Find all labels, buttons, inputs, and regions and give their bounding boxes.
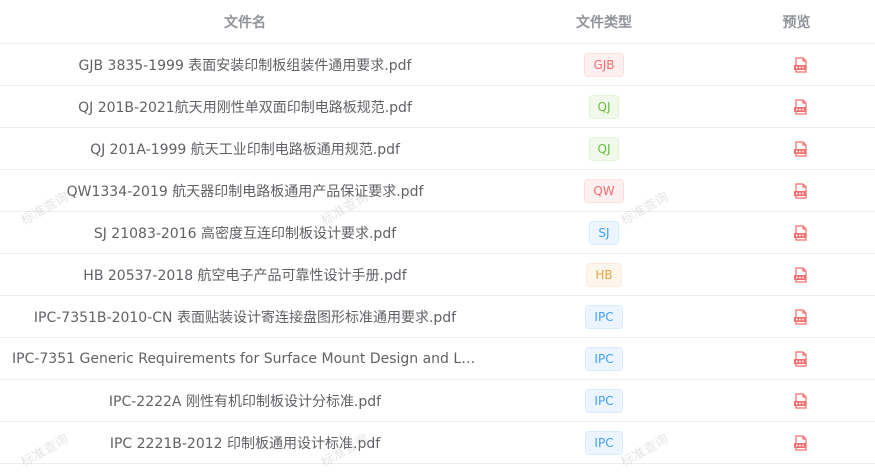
filename-cell: QJ 201A-1999 航天工业印制电路板通用规范.pdf bbox=[0, 128, 490, 169]
column-header-filetype[interactable]: 文件类型 bbox=[490, 0, 718, 43]
filetype-cell: IPC bbox=[490, 422, 718, 463]
filename-cell: QJ 201B-2021航天用刚性单双面印制电路板规范.pdf bbox=[0, 86, 490, 127]
file-name[interactable]: SJ 21083-2016 高密度互连印制板设计要求.pdf bbox=[88, 223, 402, 243]
table-row[interactable]: QW1334-2019 航天器印制电路板通用产品保证要求.pdf QW bbox=[0, 170, 875, 212]
pdf-file-icon[interactable] bbox=[793, 224, 809, 241]
pdf-file-icon[interactable] bbox=[793, 98, 809, 115]
file-name[interactable]: GJB 3835-1999 表面安装印制板组装件通用要求.pdf bbox=[73, 55, 418, 75]
table-body: GJB 3835-1999 表面安装印制板组装件通用要求.pdf GJB QJ 20… bbox=[0, 44, 875, 464]
preview-cell bbox=[718, 338, 875, 379]
filename-cell: HB 20537-2018 航空电子产品可靠性设计手册.pdf bbox=[0, 254, 490, 295]
file-name[interactable]: HB 20537-2018 航空电子产品可靠性设计手册.pdf bbox=[77, 265, 412, 285]
file-name[interactable]: IPC-7351 Generic Requirements for Surfac… bbox=[6, 351, 484, 367]
filename-cell: IPC-7351B-2010-CN 表面贴装设计寄连接盘图形标准通用要求.pdf bbox=[0, 296, 490, 337]
table-row[interactable]: IPC-2222A 刚性有机印制板设计分标准.pdf IPC bbox=[0, 380, 875, 422]
preview-cell bbox=[718, 170, 875, 211]
pdf-file-icon[interactable] bbox=[793, 56, 809, 73]
filetype-cell: SJ bbox=[490, 212, 718, 253]
preview-cell bbox=[718, 254, 875, 295]
filetype-cell: IPC bbox=[490, 296, 718, 337]
file-table: 文件名 文件类型 预览 GJB 3835-1999 表面安装印制板组装件通用要求… bbox=[0, 0, 875, 464]
table-row[interactable]: IPC 2221B-2012 印制板通用设计标准.pdf IPC bbox=[0, 422, 875, 464]
file-name[interactable]: IPC-2222A 刚性有机印制板设计分标准.pdf bbox=[103, 391, 387, 411]
file-type-tag: QJ bbox=[588, 136, 620, 161]
filename-cell: GJB 3835-1999 表面安装印制板组装件通用要求.pdf bbox=[0, 44, 490, 85]
table-row[interactable]: QJ 201A-1999 航天工业印制电路板通用规范.pdf QJ bbox=[0, 128, 875, 170]
file-name[interactable]: IPC-7351B-2010-CN 表面贴装设计寄连接盘图形标准通用要求.pdf bbox=[28, 307, 462, 327]
filetype-cell: QJ bbox=[490, 86, 718, 127]
file-name[interactable]: QJ 201B-2021航天用刚性单双面印制电路板规范.pdf bbox=[72, 97, 418, 117]
filename-cell: IPC-7351 Generic Requirements for Surfac… bbox=[0, 338, 490, 379]
filename-cell: SJ 21083-2016 高密度互连印制板设计要求.pdf bbox=[0, 212, 490, 253]
file-name[interactable]: QW1334-2019 航天器印制电路板通用产品保证要求.pdf bbox=[61, 181, 430, 201]
filetype-cell: HB bbox=[490, 254, 718, 295]
column-header-filename[interactable]: 文件名 bbox=[0, 0, 490, 43]
file-type-tag: IPC bbox=[585, 388, 623, 413]
preview-cell bbox=[718, 128, 875, 169]
file-type-tag: QW bbox=[584, 178, 624, 203]
file-type-tag: SJ bbox=[589, 220, 619, 245]
filetype-cell: IPC bbox=[490, 380, 718, 421]
file-type-tag: IPC bbox=[585, 304, 623, 329]
column-header-preview[interactable]: 预览 bbox=[718, 0, 875, 43]
file-type-tag: QJ bbox=[588, 94, 620, 119]
file-name[interactable]: QJ 201A-1999 航天工业印制电路板通用规范.pdf bbox=[84, 139, 406, 159]
preview-cell bbox=[718, 86, 875, 127]
preview-cell bbox=[718, 296, 875, 337]
filename-cell: IPC 2221B-2012 印制板通用设计标准.pdf bbox=[0, 422, 490, 463]
file-type-tag: IPC bbox=[585, 430, 623, 455]
pdf-file-icon[interactable] bbox=[793, 434, 809, 451]
file-type-tag: HB bbox=[586, 262, 622, 287]
table-row[interactable]: SJ 21083-2016 高密度互连印制板设计要求.pdf SJ bbox=[0, 212, 875, 254]
file-name[interactable]: IPC 2221B-2012 印制板通用设计标准.pdf bbox=[104, 433, 386, 453]
table-row[interactable]: IPC-7351 Generic Requirements for Surfac… bbox=[0, 338, 875, 380]
file-type-tag: IPC bbox=[585, 346, 623, 371]
filename-cell: QW1334-2019 航天器印制电路板通用产品保证要求.pdf bbox=[0, 170, 490, 211]
table-row[interactable]: IPC-7351B-2010-CN 表面贴装设计寄连接盘图形标准通用要求.pdf… bbox=[0, 296, 875, 338]
pdf-file-icon[interactable] bbox=[793, 140, 809, 157]
filetype-cell: IPC bbox=[490, 338, 718, 379]
pdf-file-icon[interactable] bbox=[793, 308, 809, 325]
table-header: 文件名 文件类型 预览 bbox=[0, 0, 875, 44]
table-row[interactable]: GJB 3835-1999 表面安装印制板组装件通用要求.pdf GJB bbox=[0, 44, 875, 86]
pdf-file-icon[interactable] bbox=[793, 392, 809, 409]
pdf-file-icon[interactable] bbox=[793, 266, 809, 283]
preview-cell bbox=[718, 422, 875, 463]
table-row[interactable]: HB 20537-2018 航空电子产品可靠性设计手册.pdf HB bbox=[0, 254, 875, 296]
filetype-cell: QJ bbox=[490, 128, 718, 169]
pdf-file-icon[interactable] bbox=[793, 182, 809, 199]
preview-cell bbox=[718, 380, 875, 421]
filetype-cell: GJB bbox=[490, 44, 718, 85]
file-type-tag: GJB bbox=[584, 52, 624, 77]
table-row[interactable]: QJ 201B-2021航天用刚性单双面印制电路板规范.pdf QJ bbox=[0, 86, 875, 128]
preview-cell bbox=[718, 212, 875, 253]
filename-cell: IPC-2222A 刚性有机印制板设计分标准.pdf bbox=[0, 380, 490, 421]
pdf-file-icon[interactable] bbox=[793, 350, 809, 367]
preview-cell bbox=[718, 44, 875, 85]
filetype-cell: QW bbox=[490, 170, 718, 211]
